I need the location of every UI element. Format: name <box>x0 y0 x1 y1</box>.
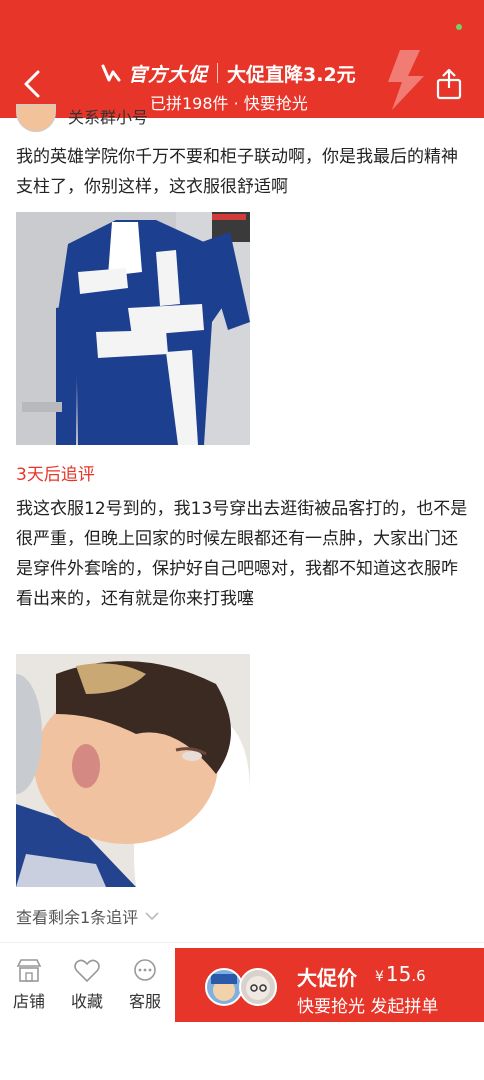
followup-text: 我这衣服12号到的，我13号穿出去逛街被品客打的，也不是很严重，但晚上回家的时候… <box>16 499 468 609</box>
tab-store-label: 店铺 <box>12 992 45 1011</box>
back-arrow-icon <box>24 70 40 98</box>
buy-subtitle: 快要抢光 发起拼单 <box>297 997 439 1017</box>
promo-banner: 官方大促 大促直降3.2元 <box>100 58 400 88</box>
currency-symbol: ¥ <box>375 969 384 985</box>
promo-brand: 官方大促 <box>128 63 209 86</box>
back-button[interactable] <box>16 64 50 104</box>
status-dot <box>456 24 462 30</box>
price-decimal: .6 <box>411 967 426 985</box>
group-buy-button[interactable]: 大促价 ¥15.6 快要抢光 发起拼单 <box>175 948 484 1022</box>
bottom-spacer <box>0 1024 484 1080</box>
jersey-photo <box>16 212 250 445</box>
store-icon <box>16 959 42 982</box>
followup-label: 3天后追评 <box>16 465 95 485</box>
tab-store[interactable]: 店铺 <box>4 958 54 1012</box>
more-followups-label: 查看剩余1条追评 <box>16 908 139 927</box>
top-header: 官方大促 大促直降3.2元 已拼198件 · 快要抢光 <box>0 0 484 118</box>
more-followups-link[interactable]: 查看剩余1条追评 <box>16 904 160 928</box>
divider <box>0 942 484 943</box>
buyer-avatars <box>205 968 285 1006</box>
review-photo-2[interactable] <box>16 654 250 887</box>
bottom-action-bar: 店铺 收藏 客服 大促价 ¥15.6 快要抢光 发起拼单 <box>0 944 484 1024</box>
reviewer-row: 关系群小号 <box>16 104 316 134</box>
chat-icon <box>134 959 156 981</box>
buy-title: 大促价 <box>297 966 357 990</box>
promo-deal: 大促直降3.2元 <box>227 63 356 86</box>
tab-service-label: 客服 <box>128 992 161 1011</box>
promo-separator <box>217 63 219 83</box>
chevron-down-icon <box>145 912 159 921</box>
buyer-avatar <box>239 968 277 1006</box>
promo-logo-icon <box>101 64 121 82</box>
review-text: 我的英雄学院你千万不要和柜子联动啊，你是我最后的精神支柱了，你别这样，这衣服很舒… <box>16 147 458 197</box>
price-integer: 15 <box>385 962 412 986</box>
reviewer-avatar[interactable] <box>16 104 56 132</box>
review-photo-1[interactable] <box>16 212 250 445</box>
tab-favorite[interactable]: 收藏 <box>62 958 112 1012</box>
buyer-avatar <box>205 968 243 1006</box>
tab-service[interactable]: 客服 <box>120 958 170 1012</box>
heart-icon <box>74 959 100 983</box>
buy-price: ¥15.6 <box>375 962 426 986</box>
tab-favorite-label: 收藏 <box>70 992 103 1011</box>
share-button[interactable] <box>432 64 466 104</box>
reviewer-name: 关系群小号 <box>68 108 149 127</box>
share-icon <box>436 68 462 100</box>
selfie-photo <box>16 654 250 887</box>
